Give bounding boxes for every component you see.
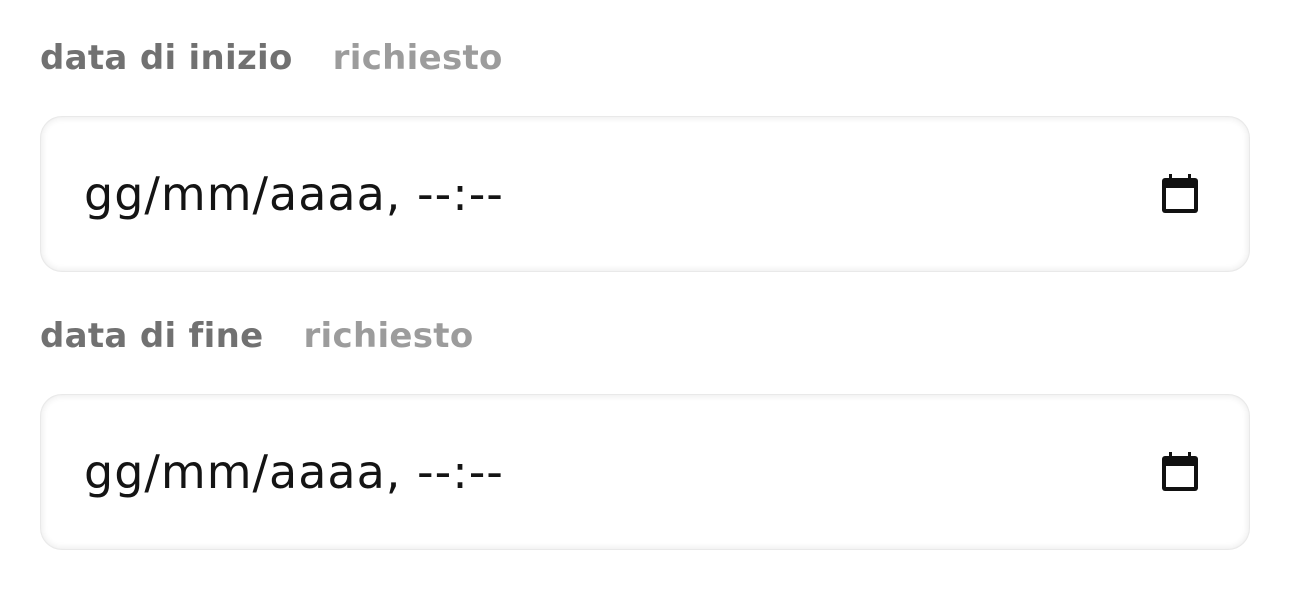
end-date-label: data di fine: [40, 316, 264, 356]
start-date-label-row: data di inizio richiesto: [40, 30, 1250, 86]
end-date-input[interactable]: gg/mm/aaaa, --:--: [40, 394, 1250, 550]
calendar-icon[interactable]: [1158, 449, 1202, 495]
end-date-input-value[interactable]: gg/mm/aaaa, --:--: [84, 445, 1158, 499]
start-date-field: data di inizio richiesto gg/mm/aaaa, --:…: [40, 30, 1250, 272]
start-date-required-label: richiesto: [332, 38, 503, 78]
end-date-field: data di fine richiesto gg/mm/aaaa, --:--: [40, 308, 1250, 550]
start-date-label: data di inizio: [40, 38, 293, 78]
start-date-input[interactable]: gg/mm/aaaa, --:--: [40, 116, 1250, 272]
end-date-required-label: richiesto: [303, 316, 474, 356]
end-date-label-row: data di fine richiesto: [40, 308, 1250, 364]
calendar-icon[interactable]: [1158, 171, 1202, 217]
start-date-input-value[interactable]: gg/mm/aaaa, --:--: [84, 167, 1158, 221]
